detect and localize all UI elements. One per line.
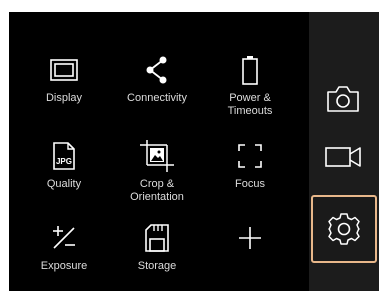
camera-icon [326, 85, 360, 113]
menu-item-label: Storage [137, 260, 177, 272]
menu-item-label: Display [45, 92, 83, 104]
sd-card-icon [139, 220, 175, 256]
menu-item-crop-orientation[interactable]: Crop & Orientation [112, 138, 202, 208]
share-icon [139, 52, 175, 88]
mode-side-panel [309, 12, 379, 291]
battery-icon [232, 52, 268, 88]
menu-item-label: Focus [235, 178, 265, 190]
video-camera-icon [324, 144, 362, 170]
menu-item-label: Crop & Orientation [130, 178, 184, 203]
camera-mode-button[interactable] [319, 75, 367, 123]
video-mode-button[interactable] [319, 133, 367, 181]
menu-item-label: Power & Timeouts [227, 92, 273, 117]
svg-text:JPG: JPG [56, 157, 72, 166]
exposure-compensation-icon [46, 220, 82, 256]
plus-icon [232, 220, 268, 256]
menu-item-connectivity[interactable]: Connectivity [112, 52, 202, 122]
menu-item-label: Quality [46, 178, 82, 190]
jpg-file-icon: JPG [46, 138, 82, 174]
focus-frame-icon [232, 138, 268, 174]
menu-item-quality[interactable]: JPG Quality [19, 138, 109, 208]
menu-item-power-timeouts[interactable]: Power & Timeouts [205, 52, 295, 122]
settings-button[interactable] [311, 195, 377, 263]
menu-item-exposure[interactable]: Exposure [19, 220, 109, 290]
menu-item-focus[interactable]: Focus [205, 138, 295, 208]
gear-icon [327, 212, 361, 246]
display-icon [46, 52, 82, 88]
menu-item-add[interactable] [205, 220, 295, 290]
crop-icon [139, 138, 175, 174]
menu-item-label: Exposure [40, 260, 88, 272]
menu-item-display[interactable]: Display [19, 52, 109, 122]
menu-item-storage[interactable]: Storage [112, 220, 202, 290]
menu-item-label: Connectivity [127, 92, 187, 104]
camera-settings-screen: Display Connectivity Power & Timeouts JP… [9, 12, 379, 291]
